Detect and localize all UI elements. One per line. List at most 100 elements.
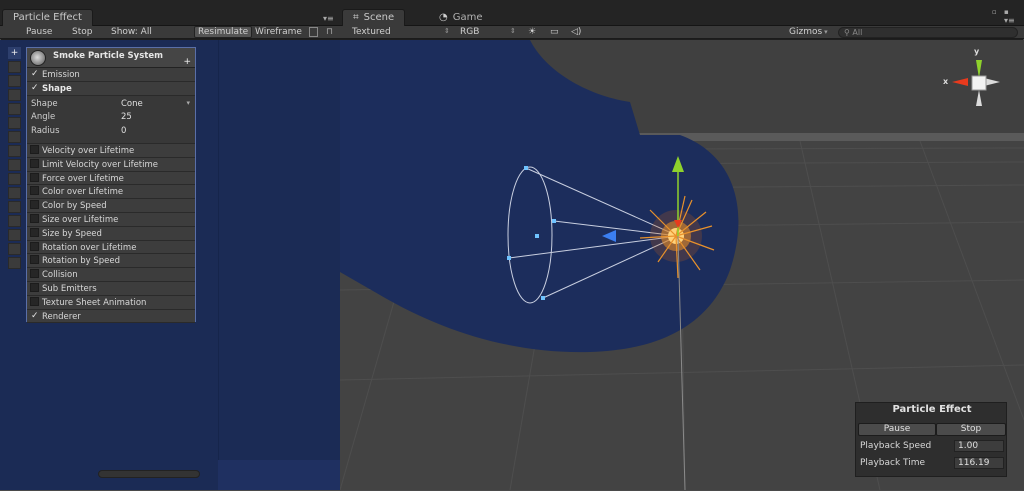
curve-slot[interactable] (8, 89, 21, 101)
module-toggle-checkbox[interactable] (30, 158, 39, 168)
module-emission[interactable]: ✓ Emission (27, 68, 195, 82)
dropdown-arrow-icon: ▾ (186, 98, 190, 107)
playback-speed-field[interactable]: 1.00 (954, 440, 1004, 452)
module-label: Rotation by Speed (42, 256, 121, 267)
module-label: Collision (42, 270, 78, 281)
sun-icon[interactable]: ☀ (528, 27, 536, 37)
module-toggle-checkbox[interactable] (30, 144, 39, 154)
module-label: Color over Lifetime (42, 187, 124, 198)
module-toggle-checkbox[interactable]: ✓ (30, 83, 39, 92)
module-label: Size over Lifetime (42, 214, 119, 225)
render-mode-dropdown[interactable]: Textured (352, 27, 391, 37)
module-list: Velocity over Lifetime Limit Velocity ove… (27, 143, 195, 324)
curve-slot[interactable] (8, 131, 21, 143)
pause-button[interactable]: Pause (26, 27, 52, 37)
gizmos-arrow-icon: ▾ (824, 28, 828, 36)
wireframe-toggle[interactable]: Wireframe (255, 27, 302, 37)
module-toggle-checkbox[interactable] (30, 255, 39, 265)
module-toggle-checkbox[interactable] (30, 186, 39, 196)
curve-slot[interactable] (8, 75, 21, 87)
window-close-icon[interactable]: ▪ (1004, 8, 1009, 16)
curve-slot[interactable] (8, 117, 21, 129)
scene-search-input[interactable]: ⚲ All (838, 27, 1018, 38)
overlay-stop-button[interactable]: Stop (936, 423, 1006, 436)
playback-speed-label: Playback Speed (860, 441, 932, 451)
module-toggle-checkbox[interactable] (30, 282, 39, 292)
module-row[interactable]: Color over Lifetime (27, 185, 195, 200)
bounds-toggle-icon[interactable] (309, 27, 318, 37)
curve-slot[interactable] (8, 187, 21, 199)
module-row[interactable]: ✓ Renderer (27, 309, 195, 324)
module-label: Force over Lifetime (42, 173, 124, 184)
shape-properties: Shape Cone ▾ Angle 25 Radius 0 (27, 95, 195, 144)
resimulate-toggle[interactable]: Resimulate (194, 26, 253, 38)
gizmos-dropdown[interactable]: Gizmos ▾ (789, 27, 828, 37)
module-row[interactable]: Sub Emitters (27, 281, 195, 296)
pacman-icon: ◔ (439, 12, 448, 23)
curve-slot[interactable] (8, 215, 21, 227)
add-curve-icon[interactable]: + (8, 47, 21, 59)
tab-scene[interactable]: ⌗ Scene (342, 9, 406, 26)
color-mode-dropdown[interactable]: RGB (460, 27, 479, 37)
curve-slot[interactable] (8, 257, 21, 269)
particle-toolbar: Pause Stop Show: All Resimulate Wirefram… (0, 26, 340, 39)
shape-dropdown[interactable]: Cone (121, 99, 143, 109)
add-module-icon[interactable]: + (183, 57, 191, 67)
curve-slot[interactable] (8, 159, 21, 171)
prop-radius[interactable]: Radius 0 (27, 125, 195, 139)
angle-field[interactable]: 25 (121, 112, 132, 122)
prop-shape[interactable]: Shape Cone ▾ (27, 98, 195, 112)
curve-icon-column: + (8, 47, 23, 271)
curve-slot[interactable] (8, 103, 21, 115)
playback-time-field[interactable]: 116.19 (954, 457, 1004, 469)
module-row[interactable]: Limit Velocity over Lifetime (27, 157, 195, 172)
module-row[interactable]: Rotation over Lifetime (27, 240, 195, 255)
module-row[interactable]: Velocity over Lifetime (27, 143, 195, 158)
module-toggle-checkbox[interactable] (30, 213, 39, 223)
module-row[interactable]: Size over Lifetime (27, 212, 195, 227)
curve-slot[interactable] (8, 61, 21, 73)
curve-slot[interactable] (8, 229, 21, 241)
module-toggle-checkbox[interactable]: ✓ (30, 69, 39, 79)
lock-icon[interactable]: ⊓ (326, 27, 333, 37)
module-row[interactable]: Force over Lifetime (27, 171, 195, 186)
grid-icon: ⌗ (353, 12, 359, 23)
module-row[interactable]: Texture Sheet Animation (27, 295, 195, 310)
horizontal-scrollbar[interactable] (98, 470, 200, 478)
module-row[interactable]: Collision (27, 268, 195, 282)
stop-button[interactable]: Stop (72, 27, 92, 37)
module-toggle-checkbox[interactable] (30, 296, 39, 306)
show-all-dropdown[interactable]: Show: All (111, 27, 152, 37)
panel-header[interactable]: Smoke Particle System + (27, 48, 195, 68)
scene-tab-menu-icon[interactable]: ▾≡ (1004, 16, 1015, 25)
module-toggle-checkbox[interactable] (30, 241, 39, 251)
module-toggle-checkbox[interactable] (30, 227, 39, 237)
module-row[interactable]: Color by Speed (27, 199, 195, 213)
tab-particle-effect-label: Particle Effect (13, 12, 82, 23)
curve-slot[interactable] (8, 243, 21, 255)
render-mode-arrow-icon: ⇕ (444, 27, 450, 35)
curve-slot[interactable] (8, 173, 21, 185)
tab-particle-effect[interactable]: Particle Effect (2, 9, 93, 26)
module-label: Emission (42, 70, 80, 80)
module-toggle-checkbox[interactable]: ✓ (30, 311, 39, 320)
curve-slot[interactable] (8, 201, 21, 213)
maximize-icon[interactable]: ▫ (992, 8, 997, 16)
tab-game[interactable]: ◔ Game (428, 9, 494, 26)
prop-angle[interactable]: Angle 25 (27, 111, 195, 125)
module-label: Shape (42, 83, 72, 94)
radius-field[interactable]: 0 (121, 126, 126, 136)
particle-system-icon (30, 50, 46, 66)
module-toggle-checkbox[interactable] (30, 269, 39, 279)
tab-menu-icon[interactable]: ▾≡ (323, 14, 334, 23)
audio-icon[interactable]: ◁) (571, 27, 581, 37)
curve-slot[interactable] (8, 145, 21, 157)
module-shape[interactable]: ✓ Shape (27, 81, 195, 96)
module-toggle-checkbox[interactable] (30, 172, 39, 182)
module-row[interactable]: Size by Speed (27, 226, 195, 241)
module-row[interactable]: Rotation by Speed (27, 254, 195, 269)
overlay-pause-button[interactable]: Pause (858, 423, 936, 436)
image-icon[interactable]: ▭ (550, 27, 559, 37)
module-toggle-checkbox[interactable] (30, 200, 39, 210)
overlay-title: Particle Effect (892, 404, 972, 415)
